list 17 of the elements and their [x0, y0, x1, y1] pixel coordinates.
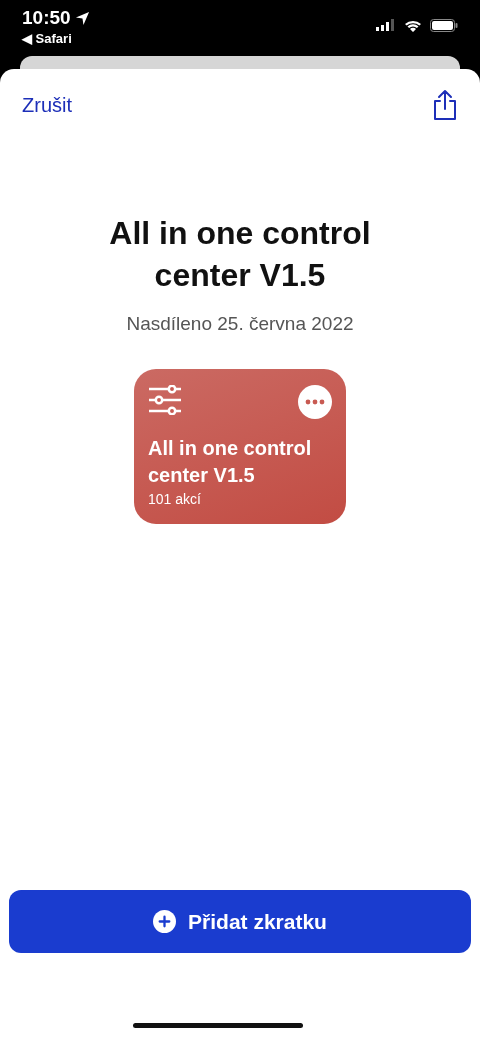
battery-icon: [430, 18, 458, 32]
add-shortcut-button[interactable]: Přidat zkratku: [9, 890, 471, 953]
cancel-button[interactable]: Zrušit: [22, 90, 72, 120]
shared-date: Nasdíleno 25. června 2022: [125, 312, 355, 337]
more-options-icon[interactable]: [298, 384, 332, 419]
back-to-app-link[interactable]: ◀ Safari: [22, 28, 90, 49]
sliders-icon: [148, 384, 182, 415]
action-count: 101 akcí: [148, 489, 202, 509]
shortcut-title: All in one control center V1.5: [108, 214, 372, 295]
shortcut-name: All in one control center V1.5: [148, 435, 313, 488]
share-icon[interactable]: [432, 89, 458, 121]
shortcut-card[interactable]: All in one control center V1.5 101 akcí: [134, 368, 346, 524]
location-arrow-icon: [74, 10, 90, 26]
signal-icon: [376, 19, 396, 31]
status-time: 10:50: [22, 8, 71, 29]
plus-circle-icon: [153, 910, 177, 933]
wifi-icon: [404, 18, 422, 32]
